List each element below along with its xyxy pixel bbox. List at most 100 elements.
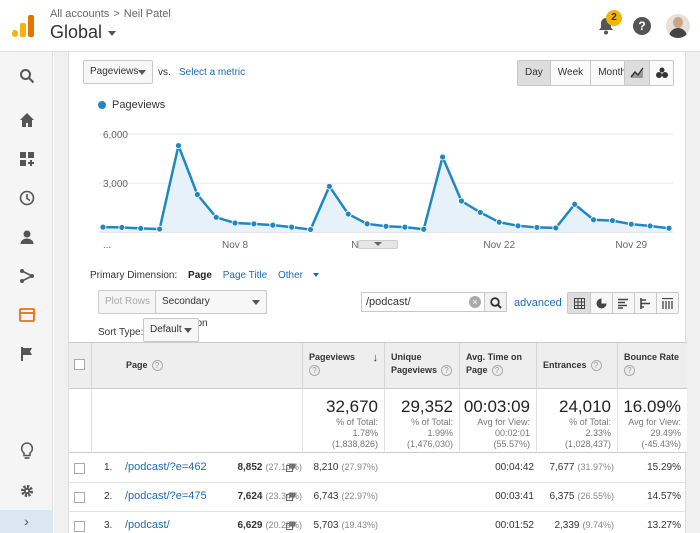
data-point[interactable] bbox=[193, 191, 201, 198]
view-selector[interactable]: Global bbox=[50, 22, 117, 43]
header-bounce-rate[interactable]: Bounce Rate? bbox=[617, 343, 687, 389]
data-point[interactable] bbox=[382, 222, 390, 230]
header-page[interactable]: Page? bbox=[91, 343, 302, 389]
pie-chart-view-icon[interactable] bbox=[590, 293, 612, 313]
dimension-other[interactable]: Other bbox=[278, 270, 327, 281]
data-point[interactable] bbox=[495, 218, 503, 226]
sort-descending-arrow-icon[interactable]: ↓ bbox=[373, 352, 379, 365]
table-row[interactable]: 1. /podcast/?e=462 8,852 (27.10%) 8,210 (2… bbox=[69, 454, 687, 483]
pivot-view-icon[interactable] bbox=[656, 293, 678, 313]
data-point[interactable] bbox=[307, 226, 314, 233]
chart-resize-handle[interactable] bbox=[358, 240, 398, 249]
header-entrances-label: Entrances bbox=[543, 360, 587, 370]
data-table-view-icon[interactable] bbox=[568, 293, 590, 313]
total-unique-overall: (1,476,030) bbox=[406, 439, 453, 449]
breadcrumb-all-accounts[interactable]: All accounts bbox=[50, 8, 109, 20]
data-point[interactable] bbox=[231, 219, 239, 227]
data-point[interactable] bbox=[118, 224, 126, 231]
header-avg-time[interactable]: Avg. Time on Page? bbox=[459, 343, 536, 389]
help-icon[interactable]: ? bbox=[633, 17, 651, 35]
total-avg-time-value: 00:03:09 bbox=[463, 397, 530, 416]
customization-icon[interactable] bbox=[0, 140, 53, 178]
data-point[interactable] bbox=[344, 210, 352, 218]
row-checkbox[interactable] bbox=[74, 492, 85, 503]
home-icon[interactable] bbox=[0, 101, 53, 139]
data-point[interactable] bbox=[476, 209, 484, 216]
data-point[interactable] bbox=[646, 222, 654, 230]
comparison-view-icon[interactable] bbox=[634, 293, 656, 313]
table-row[interactable]: 2. /podcast/?e=475 7,624 (23.34%) 6,743 (2… bbox=[69, 483, 687, 512]
help-icon[interactable]: ? bbox=[151, 360, 163, 372]
plot-rows-button[interactable]: Plot Rows bbox=[98, 290, 158, 314]
total-pageviews-value: 32,670 bbox=[326, 397, 378, 416]
select-metric-link[interactable]: Select a metric bbox=[179, 67, 245, 78]
data-point[interactable] bbox=[439, 153, 447, 161]
data-point[interactable] bbox=[288, 223, 296, 231]
expand-sidebar-chevron-icon[interactable]: › bbox=[0, 510, 53, 533]
sort-type-select[interactable]: Default bbox=[143, 318, 199, 342]
data-point[interactable] bbox=[99, 223, 107, 231]
help-icon[interactable]: ? bbox=[309, 365, 320, 377]
realtime-clock-icon[interactable] bbox=[0, 179, 53, 217]
help-icon[interactable]: ? bbox=[624, 365, 635, 377]
advanced-filter-link[interactable]: advanced bbox=[514, 297, 562, 309]
help-icon[interactable]: ? bbox=[441, 365, 453, 377]
row-page-link[interactable]: /podcast/ bbox=[125, 519, 170, 531]
data-point[interactable] bbox=[325, 182, 333, 190]
data-point[interactable] bbox=[401, 223, 409, 231]
search-icon[interactable] bbox=[0, 57, 53, 95]
metric-select[interactable]: Pageviews bbox=[83, 60, 153, 84]
row-page-link[interactable]: /podcast/?e=462 bbox=[125, 461, 207, 473]
data-point[interactable] bbox=[156, 225, 163, 233]
data-point[interactable] bbox=[590, 216, 597, 224]
data-point[interactable] bbox=[420, 225, 428, 233]
data-point[interactable] bbox=[250, 220, 258, 228]
period-day-button[interactable]: Day bbox=[518, 61, 550, 85]
behavior-icon[interactable] bbox=[0, 296, 53, 334]
header-pageviews[interactable]: Pageviews ↓? bbox=[302, 343, 384, 389]
data-point[interactable] bbox=[533, 224, 541, 231]
acquisition-icon[interactable] bbox=[0, 257, 53, 295]
data-point[interactable] bbox=[212, 213, 220, 221]
header-page-label: Page bbox=[126, 360, 148, 370]
help-icon[interactable]: ? bbox=[590, 360, 602, 372]
user-avatar[interactable] bbox=[666, 14, 690, 38]
header-unique-pageviews[interactable]: Unique Pageviews? bbox=[384, 343, 459, 389]
row-entrances: 2,339 (9.74%) bbox=[554, 520, 614, 531]
data-point[interactable] bbox=[627, 220, 635, 228]
secondary-dimension-select[interactable]: Secondary dimension bbox=[155, 290, 267, 329]
conversions-flag-icon[interactable] bbox=[0, 335, 53, 373]
data-point[interactable] bbox=[363, 220, 371, 228]
discover-lightbulb-icon[interactable] bbox=[0, 432, 53, 470]
header-entrances[interactable]: Entrances? bbox=[536, 343, 617, 389]
row-checkbox[interactable] bbox=[74, 463, 85, 474]
table-filter-input[interactable]: /podcast/ × bbox=[361, 292, 485, 312]
motion-chart-icon[interactable] bbox=[649, 61, 673, 85]
data-point[interactable] bbox=[175, 142, 182, 149]
data-point[interactable] bbox=[269, 221, 277, 229]
data-point[interactable] bbox=[458, 197, 465, 205]
dimension-page-title[interactable]: Page Title bbox=[223, 270, 267, 281]
filter-search-button[interactable] bbox=[485, 292, 507, 312]
line-chart-icon[interactable] bbox=[625, 61, 649, 85]
help-icon[interactable]: ? bbox=[491, 365, 503, 377]
data-point[interactable] bbox=[571, 200, 579, 208]
data-point[interactable] bbox=[609, 217, 616, 224]
breadcrumb-account[interactable]: Neil Patel bbox=[124, 8, 171, 20]
audience-person-icon[interactable] bbox=[0, 218, 53, 256]
analytics-logo-icon[interactable] bbox=[12, 15, 36, 37]
performance-view-icon[interactable] bbox=[612, 293, 634, 313]
data-point[interactable] bbox=[137, 225, 145, 232]
data-point[interactable] bbox=[665, 224, 673, 232]
pageviews-line-chart[interactable]: 6,0003,000...Nov 8Nov 15Nov 22Nov 29 bbox=[69, 114, 687, 252]
select-all-checkbox[interactable] bbox=[74, 359, 85, 370]
period-week-button[interactable]: Week bbox=[549, 61, 591, 85]
admin-gear-icon[interactable] bbox=[0, 472, 53, 510]
dimension-page[interactable]: Page bbox=[188, 270, 212, 281]
data-point[interactable] bbox=[514, 222, 522, 230]
row-page-link[interactable]: /podcast/?e=475 bbox=[125, 490, 207, 502]
table-row[interactable]: 3. /podcast/ 6,629 (20.29%) 5,703 (19.43%)… bbox=[69, 512, 687, 533]
row-checkbox[interactable] bbox=[74, 521, 85, 532]
clear-filter-icon[interactable]: × bbox=[469, 296, 481, 308]
data-point[interactable] bbox=[552, 224, 560, 232]
